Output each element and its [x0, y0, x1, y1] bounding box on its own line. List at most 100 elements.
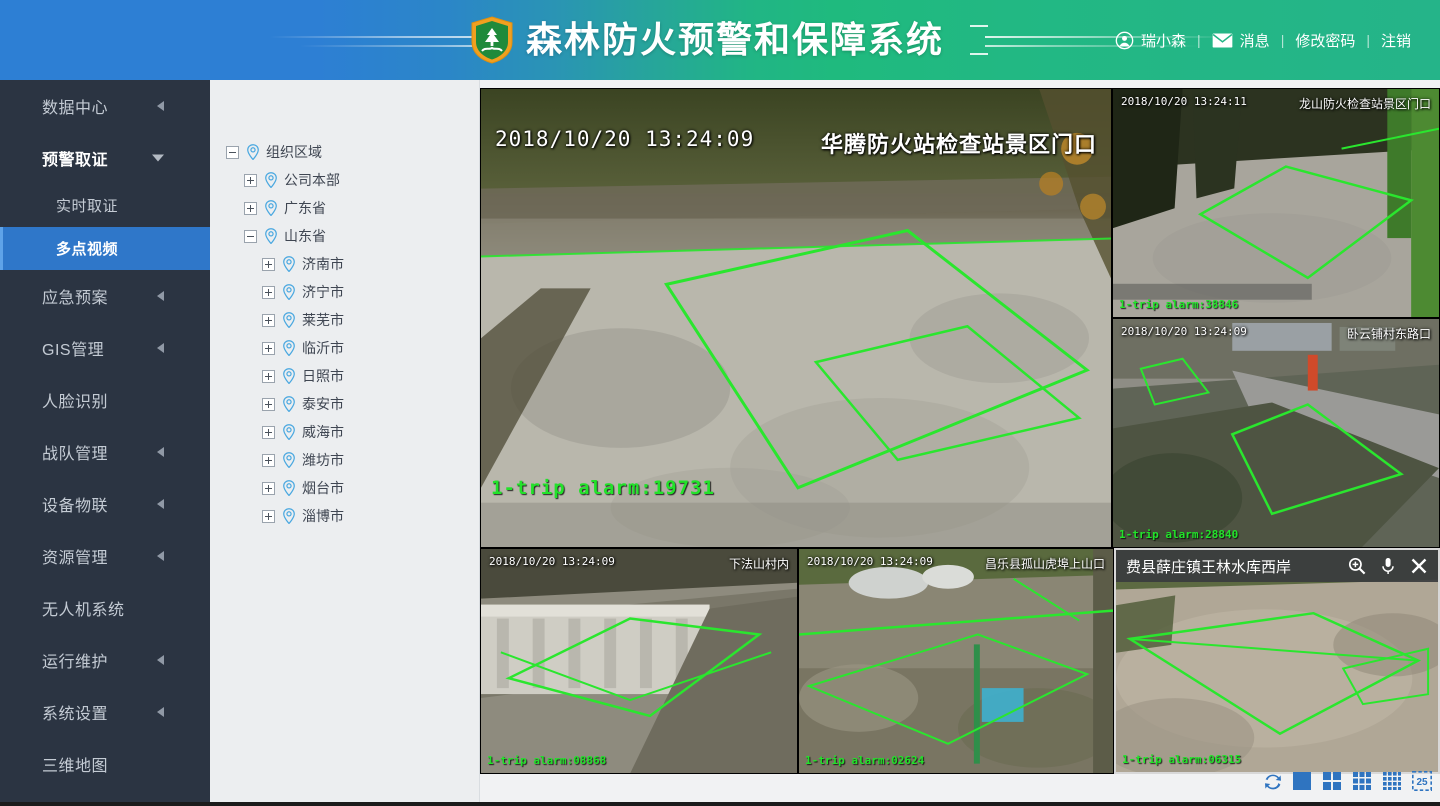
expand-plus-icon[interactable]: [262, 453, 275, 467]
chevron-left-icon: [157, 291, 164, 301]
sidebar-item-label: 应急预案: [42, 290, 109, 307]
tree-node[interactable]: 山东省: [210, 222, 479, 250]
expand-plus-icon[interactable]: [262, 341, 275, 355]
brand: 森林防火预警和保障系统: [470, 0, 944, 80]
tree-node[interactable]: 临沂市: [210, 334, 479, 362]
collapse-minus-icon[interactable]: [226, 145, 239, 159]
tree-node[interactable]: 莱芜市: [210, 306, 479, 334]
sidebar-item-9[interactable]: 资源管理: [0, 530, 210, 582]
expand-plus-icon[interactable]: [262, 369, 275, 383]
chevron-left-icon: [157, 447, 164, 457]
tree-node[interactable]: 济南市: [210, 250, 479, 278]
sidebar-item-7[interactable]: 战队管理: [0, 426, 210, 478]
sidebar-item-11[interactable]: 运行维护: [0, 634, 210, 686]
sidebar-item-label: 设备物联: [42, 498, 109, 515]
tree-node[interactable]: 公司本部: [210, 166, 479, 194]
video-cell-bottom-right[interactable]: 费县薛庄镇王林水库西岸 1-trip alarm:06315: [1114, 548, 1440, 774]
messages-label: 消息: [1239, 32, 1270, 50]
sidebar-item-label: 预警取证: [42, 152, 109, 169]
chevron-left-icon: [157, 551, 164, 561]
messages-button[interactable]: 消息: [1201, 30, 1281, 51]
video-feed-bottom-right: [1116, 550, 1438, 772]
sidebar-item-5[interactable]: GIS管理: [0, 322, 210, 374]
video-wall-area: 2018/10/20 13:24:09 华腾防火站检查站景区门口 1-trip …: [480, 80, 1440, 806]
logout-button[interactable]: 注销: [1370, 30, 1422, 51]
video-cell-main[interactable]: 2018/10/20 13:24:09 华腾防火站检查站景区门口 1-trip …: [480, 88, 1112, 548]
sidebar-item-1[interactable]: 预警取证: [0, 132, 210, 184]
sidebar-item-8[interactable]: 设备物联: [0, 478, 210, 530]
tree-node[interactable]: 组织区域: [210, 138, 479, 166]
location-pin-icon: [283, 368, 295, 384]
chevron-down-icon: [152, 154, 164, 162]
tree-node-label: 济南市: [302, 256, 344, 272]
location-pin-icon: [265, 172, 277, 188]
sidebar-item-3[interactable]: 多点视频: [0, 227, 210, 270]
layout-1-button[interactable]: [1292, 771, 1314, 793]
expand-plus-icon[interactable]: [244, 173, 257, 187]
change-password-button[interactable]: 修改密码: [1284, 30, 1366, 51]
layout-9-button[interactable]: [1352, 771, 1374, 793]
location-pin-icon: [283, 284, 295, 300]
video-feed-bottom-mid: [799, 549, 1113, 773]
sidebar-item-6[interactable]: 人脸识别: [0, 374, 210, 426]
tree-node[interactable]: 威海市: [210, 418, 479, 446]
tree-node-label: 临沂市: [302, 340, 344, 356]
layout-4-button[interactable]: [1322, 771, 1344, 793]
sidebar-item-12[interactable]: 系统设置: [0, 686, 210, 738]
tree-node[interactable]: 日照市: [210, 362, 479, 390]
video-cell-bottom-mid[interactable]: 2018/10/20 13:24:09 昌乐县孤山虎埠上山口 1-trip al…: [798, 548, 1114, 774]
tree-node-label: 威海市: [302, 424, 344, 440]
location-pin-icon: [283, 312, 295, 328]
magnifier-plus-icon[interactable]: [1348, 557, 1366, 575]
tree-node[interactable]: 烟台市: [210, 474, 479, 502]
tree-node[interactable]: 广东省: [210, 194, 479, 222]
layout-25-button[interactable]: 25: [1412, 771, 1434, 793]
expand-plus-icon[interactable]: [262, 509, 275, 523]
tree-node[interactable]: 泰安市: [210, 390, 479, 418]
video-cell-bottom-left[interactable]: 2018/10/20 13:24:09 下法山村内 1-trip alarm:0…: [480, 548, 798, 774]
sidebar-item-label: 战队管理: [42, 446, 109, 463]
sidebar-item-10[interactable]: 无人机系统: [0, 582, 210, 634]
sidebar-item-label: GIS管理: [42, 342, 105, 359]
sidebar-item-label: 无人机系统: [42, 602, 125, 619]
expand-plus-icon[interactable]: [262, 425, 275, 439]
sidebar-item-2[interactable]: 实时取证: [0, 184, 210, 227]
expand-plus-icon[interactable]: [262, 285, 275, 299]
sidebar-item-4[interactable]: 应急预案: [0, 270, 210, 322]
tree-node-label: 组织区域: [266, 144, 322, 160]
expand-plus-icon[interactable]: [262, 313, 275, 327]
tree-node[interactable]: 潍坊市: [210, 446, 479, 474]
tree-node-label: 广东省: [284, 200, 326, 216]
tree-node[interactable]: 淄博市: [210, 502, 479, 530]
envelope-icon: [1212, 32, 1233, 48]
layout-16-button[interactable]: [1382, 771, 1404, 793]
chevron-left-icon: [157, 343, 164, 353]
chevron-left-icon: [157, 101, 164, 111]
expand-plus-icon[interactable]: [262, 257, 275, 271]
close-x-icon[interactable]: [1410, 557, 1428, 575]
app-header: 森林防火预警和保障系统 瑞小森 | 消息 | 修改密码 | 注销: [0, 0, 1440, 80]
video-cell-right-top[interactable]: 2018/10/20 13:24:11 龙山防火检查站景区门口 1-trip a…: [1112, 88, 1440, 318]
expand-plus-icon[interactable]: [262, 481, 275, 495]
video-cell-right-bottom[interactable]: 2018/10/20 13:24:09 卧云铺村东路口 1-trip alarm…: [1112, 318, 1440, 548]
expand-plus-icon[interactable]: [262, 397, 275, 411]
user-account[interactable]: 瑞小森: [1104, 30, 1197, 51]
collapse-minus-icon[interactable]: [244, 229, 257, 243]
location-pin-icon: [283, 340, 295, 356]
header-right-actions: 瑞小森 | 消息 | 修改密码 | 注销: [1104, 0, 1422, 80]
tree-node[interactable]: 济宁市: [210, 278, 479, 306]
chevron-left-icon: [157, 655, 164, 665]
tree-node-label: 泰安市: [302, 396, 344, 412]
video-grid: 2018/10/20 13:24:09 华腾防火站检查站景区门口 1-trip …: [480, 88, 1440, 774]
chevron-left-icon: [157, 707, 164, 717]
tree-node-label: 淄博市: [302, 508, 344, 524]
sidebar-item-13[interactable]: 三维地图: [0, 738, 210, 790]
sidebar-item-0[interactable]: 数据中心: [0, 80, 210, 132]
sidebar-item-label: 资源管理: [42, 550, 109, 567]
expand-plus-icon[interactable]: [244, 201, 257, 215]
location-pin-icon: [247, 144, 259, 160]
sidebar-item-label: 数据中心: [42, 100, 109, 117]
tree-node-label: 公司本部: [284, 172, 340, 188]
refresh-button[interactable]: [1262, 771, 1284, 793]
microphone-icon[interactable]: [1380, 557, 1396, 575]
